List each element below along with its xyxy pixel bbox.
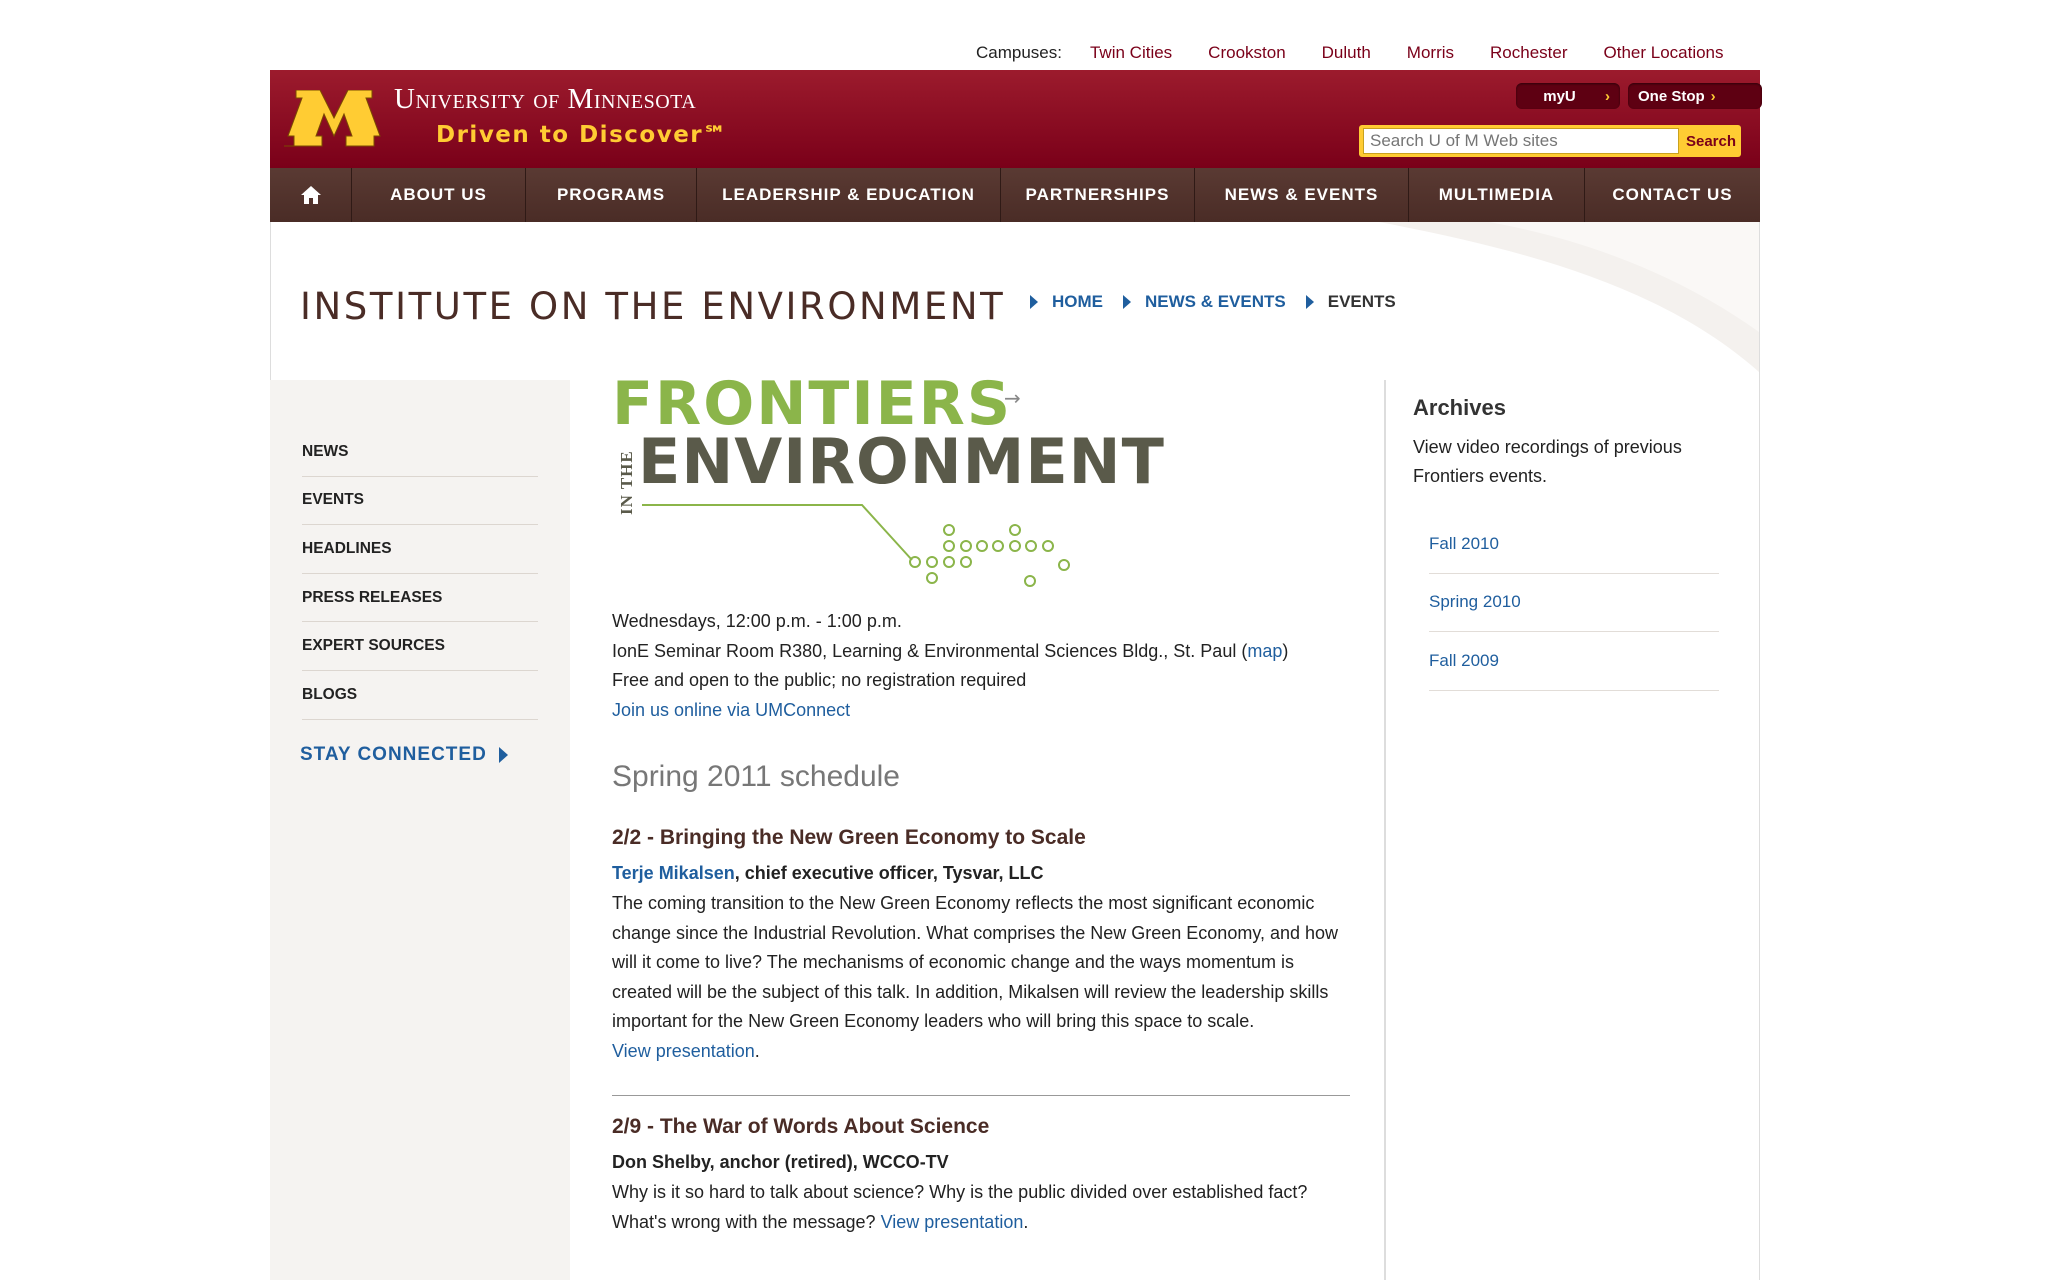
main-nav: ABOUT US PROGRAMS LEADERSHIP & EDUCATION… [270,168,1760,222]
chevron-right-icon: › [1710,87,1716,105]
university-m-logo[interactable] [284,90,384,148]
event-divider [612,1095,1350,1096]
university-name[interactable]: University of Minnesota [394,83,696,116]
event-description-text: The coming transition to the New Green E… [612,893,1339,1032]
link-suffix: . [1023,1211,1029,1232]
event-speaker: Terje Mikalsen, chief executive officer,… [612,863,1044,884]
speaker-link[interactable]: Terje Mikalsen [612,863,735,883]
arrow-right-icon: → [1004,386,1021,410]
sidebar-item-blogs[interactable]: BLOGS [302,671,538,720]
page: Campuses: Twin Cities Crookston Duluth M… [0,0,2048,1280]
event-location-suffix: ) [1282,641,1289,661]
home-icon [300,186,321,204]
breadcrumb-news-events[interactable]: NEWS & EVENTS [1145,292,1286,312]
view-presentation-link[interactable]: View presentation [881,1212,1024,1232]
schedule-heading: Spring 2011 schedule [612,760,900,793]
view-presentation-link[interactable]: View presentation [612,1041,755,1061]
sidebar-nav: NEWS EVENTS HEADLINES PRESS RELEASES EXP… [302,428,538,720]
archive-link-spring-2010[interactable]: Spring 2010 [1429,574,1719,632]
arrow-right-icon [498,747,508,763]
event-time: Wednesdays, 12:00 p.m. - 1:00 p.m. [612,611,902,631]
sidebar-item-events[interactable]: EVENTS [302,477,538,526]
event-description: Why is it so hard to talk about science?… [612,1178,1352,1237]
one-stop-button[interactable]: One Stop › [1628,83,1762,109]
campuses-label: Campuses: [976,43,1062,62]
chevron-right-icon: › [1605,87,1610,105]
campus-link-rochester[interactable]: Rochester [1490,43,1567,63]
archives-sidebar: Archives View video recordings of previo… [1413,395,1733,691]
archive-link-fall-2010[interactable]: Fall 2010 [1429,515,1719,574]
nav-about-us[interactable]: ABOUT US [352,168,526,222]
nav-home[interactable] [270,168,352,222]
event-speaker: Don Shelby, anchor (retired), WCCO-TV [612,1152,949,1172]
sidebar-item-expert-sources[interactable]: EXPERT SOURCES [302,622,538,671]
breadcrumb-current: EVENTS [1327,292,1396,311]
archives-description: View video recordings of previous Fronti… [1413,437,1682,486]
event-title: 2/9 - The War of Words About Science [612,1115,990,1138]
nav-news-events[interactable]: NEWS & EVENTS [1195,168,1409,222]
tagline: Driven to Discover℠ [436,122,729,148]
myu-label: myU [1543,87,1576,105]
umconnect-link[interactable]: Join us online via UMConnect [612,700,850,720]
one-stop-label: One Stop [1638,87,1705,105]
banner-environment: ENVIRONMENT [638,425,1165,498]
sidebar-item-headlines[interactable]: HEADLINES [302,525,538,574]
nav-partnerships[interactable]: PARTNERSHIPS [1001,168,1195,222]
breadcrumb-arrow-icon [1030,295,1038,309]
campus-link-duluth[interactable]: Duluth [1322,43,1371,63]
event-location-text: IonE Seminar Room R380, Learning & Envir… [612,641,1248,661]
breadcrumb: HOME NEWS & EVENTS EVENTS [1030,292,1396,312]
banner-in-the: IN THE [617,450,636,515]
sidebar-item-news[interactable]: NEWS [302,428,538,477]
sidebar-item-press-releases[interactable]: PRESS RELEASES [302,574,538,623]
event-location: IonE Seminar Room R380, Learning & Envir… [612,641,1288,662]
campus-link-crookston[interactable]: Crookston [1208,43,1285,63]
campus-link-morris[interactable]: Morris [1407,43,1454,63]
decorative-dots [909,524,1070,587]
archive-link-fall-2009[interactable]: Fall 2009 [1429,632,1719,691]
event-admission: Free and open to the public; no registra… [612,670,1027,690]
breadcrumb-arrow-icon [1123,295,1131,309]
map-link[interactable]: map [1247,641,1282,661]
nav-contact-us[interactable]: CONTACT US [1585,168,1760,222]
speaker-role: , chief executive officer, Tysvar, LLC [734,863,1044,883]
column-divider [1384,380,1386,1280]
search-box: Search [1359,125,1741,157]
breadcrumb-home[interactable]: HOME [1052,292,1103,312]
frontiers-banner: FRONTIERS → IN THE ENVIRONMENT [612,370,1165,587]
search-input[interactable] [1363,128,1679,154]
campus-link-twin-cities[interactable]: Twin Cities [1090,43,1172,63]
campus-link-other-locations[interactable]: Other Locations [1604,43,1724,63]
myu-button[interactable]: myU › [1516,83,1620,109]
event-description: The coming transition to the New Green E… [612,889,1352,1067]
search-button[interactable]: Search [1683,128,1739,154]
archives-list: Fall 2010 Spring 2010 Fall 2009 [1429,515,1719,691]
breadcrumb-arrow-icon [1305,295,1314,309]
link-suffix: . [754,1040,760,1061]
event-title: 2/2 - Bringing the New Green Economy to … [612,826,1086,849]
campus-bar: Campuses: Twin Cities Crookston Duluth M… [976,40,1724,66]
online-link-row: Join us online via UMConnect [612,700,850,721]
stay-connected-label: STAY CONNECTED [300,744,487,765]
nav-leadership-education[interactable]: LEADERSHIP & EDUCATION [697,168,1001,222]
university-header: University of Minnesota Driven to Discov… [270,70,1762,168]
left-sidebar: NEWS EVENTS HEADLINES PRESS RELEASES EXP… [270,380,570,1280]
nav-multimedia[interactable]: MULTIMEDIA [1409,168,1585,222]
decorative-swoosh [1379,222,1759,372]
archives-title: Archives [1413,395,1506,420]
nav-programs[interactable]: PROGRAMS [526,168,697,222]
site-title: INSTITUTE ON THE ENVIRONMENT [300,285,1006,328]
stay-connected-link[interactable]: STAY CONNECTED [300,744,508,766]
